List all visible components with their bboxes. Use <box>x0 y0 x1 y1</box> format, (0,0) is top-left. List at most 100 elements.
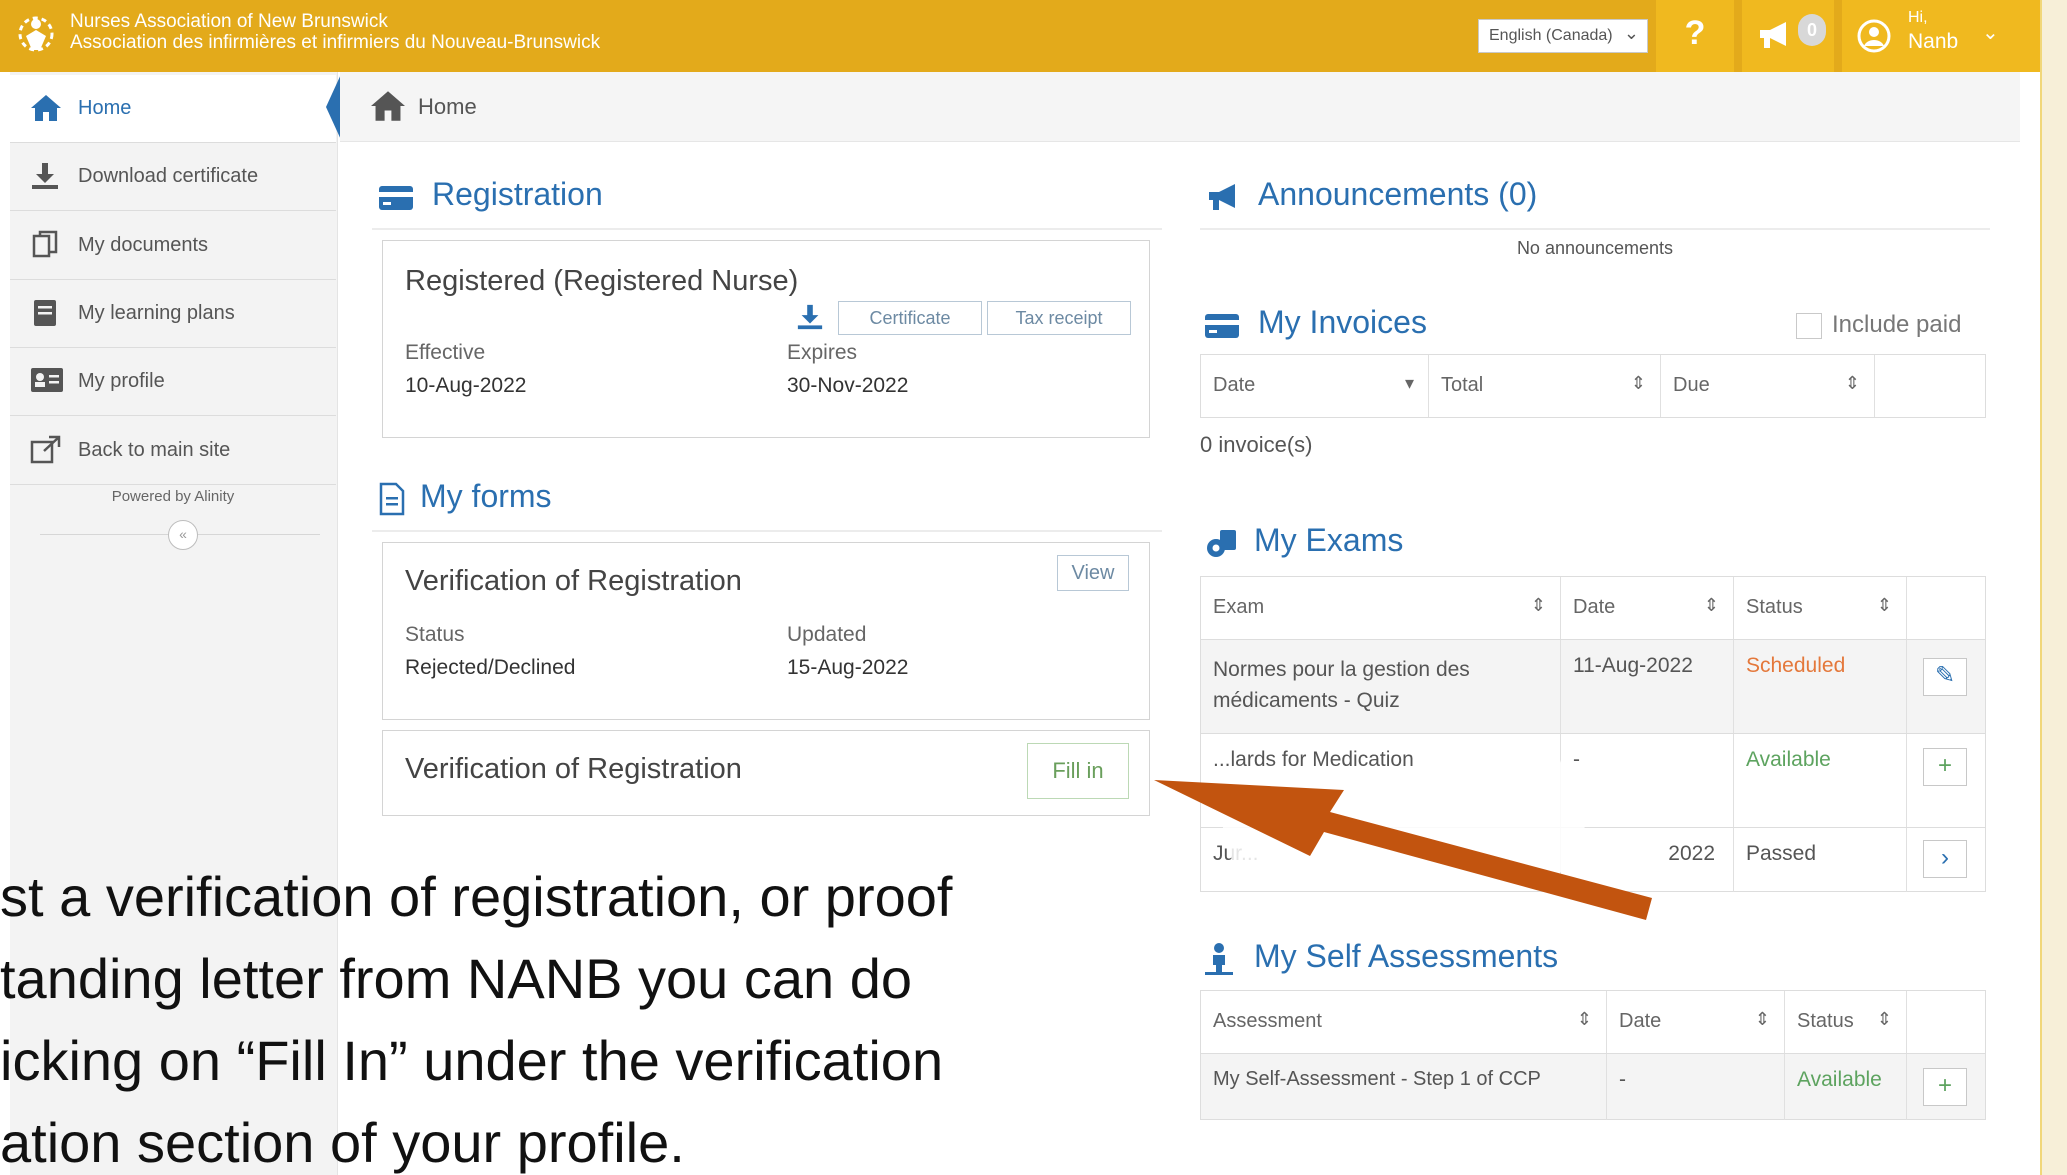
org-name-french: Association des infirmières et infirmier… <box>70 32 601 53</box>
exam-status-cell: Scheduled <box>1734 640 1907 734</box>
user-menu-button[interactable]: Hi, Nanb ⌄ <box>1842 0 2042 72</box>
callout-line: icking on “Fill In” under the verificati… <box>0 1029 944 1092</box>
home-icon <box>371 91 405 121</box>
form-status-value: Rejected/Declined <box>405 656 576 679</box>
column-header-date[interactable]: Date ⇕ <box>1561 577 1734 639</box>
column-header-status[interactable]: Status ⇕ <box>1785 991 1907 1053</box>
sort-desc-icon: ▾ <box>1404 373 1414 393</box>
plus-icon: + <box>1937 1072 1952 1099</box>
sort-icon: ⇕ <box>1754 1009 1770 1029</box>
chevron-down-icon: ⌄ <box>1623 23 1639 43</box>
sort-icon: ⇕ <box>1703 595 1719 615</box>
sidebar-item-home[interactable]: Home <box>10 75 336 143</box>
exam-status-cell: Available <box>1734 734 1907 828</box>
exam-name-line: Normes pour la gestion des <box>1213 658 1470 681</box>
add-button[interactable]: + <box>1923 748 1967 786</box>
column-header-label: Date <box>1573 596 1616 618</box>
column-header-label: Date <box>1213 374 1256 396</box>
edit-button[interactable]: ✎ <box>1923 658 1967 696</box>
invoice-count: 0 invoice(s) <box>1200 432 1313 457</box>
certificate-button[interactable]: Certificate <box>838 301 982 335</box>
sidebar-item-label: My learning plans <box>78 302 235 324</box>
column-header-assessment[interactable]: Assessment ⇕ <box>1201 991 1607 1053</box>
exam-date-cell: 11-Aug-2022 <box>1561 640 1734 734</box>
profile-card-icon <box>31 368 63 392</box>
registration-heading-text: Registration <box>432 176 603 212</box>
nanb-logo <box>18 16 54 52</box>
form-title: Verification of Registration <box>405 565 742 597</box>
chevron-right-icon: › <box>1941 844 1949 871</box>
sidebar-item-label: My profile <box>78 370 165 392</box>
breadcrumb: Home <box>340 72 2020 142</box>
download-icon[interactable] <box>795 303 825 331</box>
help-icon: ? <box>1684 14 1706 52</box>
credit-card-icon <box>1205 314 1239 338</box>
column-header-label: Status <box>1746 596 1803 618</box>
my-invoices-heading-text: My Invoices <box>1258 304 1427 340</box>
exam-status-cell: Passed <box>1734 828 1907 892</box>
column-header-total[interactable]: Total ⇕ <box>1429 355 1661 417</box>
announcements-heading-text: Announcements (0) <box>1258 176 1538 212</box>
sidebar-item-back-to-main-site[interactable]: Back to main site <box>10 417 336 485</box>
fill-in-button[interactable]: Fill in <box>1027 743 1129 799</box>
column-header-status[interactable]: Status ⇕ <box>1734 577 1907 639</box>
learning-plans-icon <box>34 300 56 326</box>
tax-receipt-button[interactable]: Tax receipt <box>987 301 1131 335</box>
sidebar-item-my-documents[interactable]: My documents <box>10 212 336 280</box>
column-header-label: Status <box>1797 1010 1854 1032</box>
user-name: Nanb <box>1908 30 1959 53</box>
sidebar-item-download-certificate[interactable]: Download certificate <box>10 143 336 211</box>
documents-icon <box>32 230 58 258</box>
form-title: Verification of Registration <box>405 753 742 785</box>
help-button[interactable]: ? <box>1656 0 1734 72</box>
powered-by-text: Powered by Alinity <box>111 488 235 505</box>
open-button[interactable]: › <box>1923 840 1967 878</box>
plus-icon: + <box>1937 752 1952 779</box>
table-row: My Self-Assessment - Step 1 of CCP - Ava… <box>1201 1053 1985 1120</box>
effective-date: 10-Aug-2022 <box>405 374 527 397</box>
sidebar-item-my-learning-plans[interactable]: My learning plans <box>10 280 336 348</box>
self-assessments-table: Assessment ⇕ Date ⇕ Status ⇕ My Self-Ass… <box>1200 990 1986 1120</box>
user-avatar-icon <box>1857 19 1891 53</box>
home-icon <box>31 95 61 121</box>
sort-icon: ⇕ <box>1876 595 1892 615</box>
registration-status-title: Registered (Registered Nurse) <box>405 265 799 297</box>
sidebar-item-label: Download certificate <box>78 165 259 187</box>
megaphone-icon <box>1760 22 1786 48</box>
column-header-label: Total <box>1441 374 1484 396</box>
column-header-due[interactable]: Due ⇕ <box>1661 355 1875 417</box>
collapse-sidebar-button[interactable]: « <box>168 520 198 550</box>
pencil-icon: ✎ <box>1934 662 1956 689</box>
expires-label: Expires <box>787 341 858 364</box>
breadcrumb-home-link[interactable]: Home <box>418 94 477 120</box>
page-edge <box>2040 0 2067 1175</box>
divider <box>1200 228 1990 230</box>
column-header-date[interactable]: Date ▾ <box>1201 355 1429 417</box>
my-self-assessments-heading-text: My Self Assessments <box>1254 938 1559 974</box>
column-header-date[interactable]: Date ⇕ <box>1607 991 1785 1053</box>
announcements-button[interactable]: 0 <box>1742 0 1834 72</box>
column-header-exam[interactable]: Exam ⇕ <box>1201 577 1561 639</box>
credit-card-icon <box>379 186 413 210</box>
person-icon <box>1205 943 1233 975</box>
exam-name-line: médicaments - Quiz <box>1213 689 1400 712</box>
sidebar-item-label: My documents <box>78 234 209 256</box>
view-form-button[interactable]: View <box>1057 555 1129 591</box>
my-exams-heading-text: My Exams <box>1254 522 1404 558</box>
include-paid-checkbox[interactable] <box>1796 313 1822 339</box>
exam-icon <box>1207 530 1236 557</box>
add-button[interactable]: + <box>1923 1068 1967 1106</box>
language-select[interactable]: English (Canada) ⌄ <box>1478 19 1648 53</box>
org-name-english: Nurses Association of New Brunswick <box>70 11 388 32</box>
divider <box>372 530 1162 532</box>
column-header-actions <box>1875 355 1985 417</box>
form-card: Verification of Registration Fill in <box>382 730 1150 816</box>
sidebar-item-label: Home <box>78 97 132 119</box>
callout-line: ation section of your profile. <box>0 1111 685 1174</box>
sort-icon: ⇕ <box>1876 1009 1892 1029</box>
sidebar-item-label: Back to main site <box>78 439 231 461</box>
sort-icon: ⇕ <box>1530 595 1546 615</box>
sort-icon: ⇕ <box>1630 373 1646 393</box>
sidebar-item-my-profile[interactable]: My profile <box>10 348 336 416</box>
user-greeting: Hi, <box>1908 9 1928 26</box>
